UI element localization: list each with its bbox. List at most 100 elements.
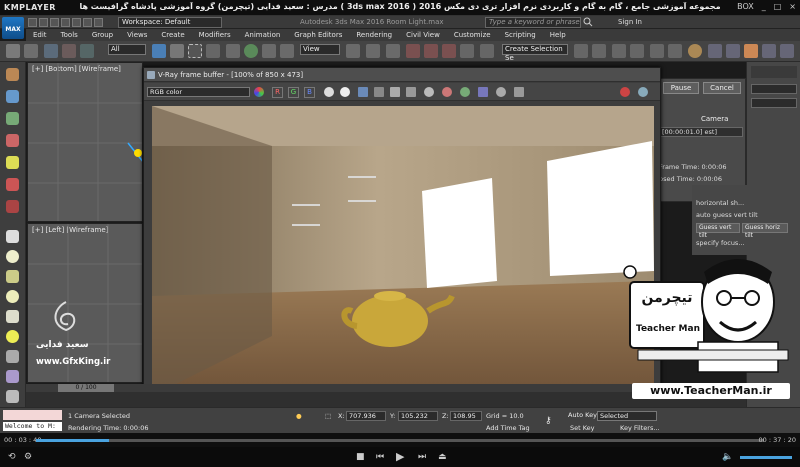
- close-button[interactable]: ×: [789, 2, 796, 11]
- key-filters-button[interactable]: Key Filters...: [620, 424, 660, 432]
- key-mode-select[interactable]: Selected: [597, 411, 657, 421]
- pause-button[interactable]: Pause: [663, 82, 699, 94]
- x-coordinate-field[interactable]: 707.936: [346, 411, 386, 421]
- lens-effects-icon[interactable]: [460, 87, 470, 97]
- menu-edit[interactable]: Edit: [26, 29, 54, 41]
- color-correction-icon[interactable]: [496, 87, 506, 97]
- volume-icon[interactable]: 🔈: [722, 452, 733, 462]
- stop-render-icon[interactable]: [620, 87, 630, 97]
- hierarchy-icon[interactable]: [6, 112, 19, 125]
- menu-tools[interactable]: Tools: [54, 29, 85, 41]
- mono-icon[interactable]: [340, 87, 350, 97]
- unlink-icon[interactable]: [62, 44, 76, 58]
- selection-filter-select[interactable]: All: [108, 44, 146, 55]
- camera-icon[interactable]: [6, 200, 19, 213]
- graphite-toolbar-icon[interactable]: [630, 44, 644, 58]
- menu-civil-view[interactable]: Civil View: [399, 29, 447, 41]
- render-setup-icon[interactable]: [708, 44, 722, 58]
- sphere-primitive-icon[interactable]: [6, 250, 19, 263]
- render-production-icon[interactable]: [744, 44, 758, 58]
- copy-icon[interactable]: [406, 87, 416, 97]
- render-iterative-icon[interactable]: [762, 44, 776, 58]
- panel-field[interactable]: [751, 98, 797, 108]
- blue-channel-button[interactable]: B: [304, 87, 315, 98]
- teapot-primitive-icon[interactable]: [6, 350, 19, 363]
- vray-frame-buffer-window[interactable]: V-Ray frame buffer - [100% of 850 x 473]…: [143, 67, 661, 407]
- menu-group[interactable]: Group: [85, 29, 120, 41]
- rendered-frame-window-icon[interactable]: [726, 44, 740, 58]
- redo-icon[interactable]: [72, 18, 81, 27]
- curve-editor-icon[interactable]: [650, 44, 664, 58]
- max-app-button[interactable]: MAX: [2, 17, 24, 39]
- clear-image-icon[interactable]: [390, 87, 400, 97]
- undo-icon[interactable]: [6, 44, 20, 58]
- menu-create[interactable]: Create: [154, 29, 191, 41]
- select-object-icon[interactable]: [152, 44, 166, 58]
- snaps-toggle-icon[interactable]: [406, 44, 420, 58]
- play-icon[interactable]: ▶: [396, 450, 404, 463]
- select-manipulate-icon[interactable]: [366, 44, 380, 58]
- lock-selection-icon[interactable]: ●: [296, 412, 302, 420]
- dropdown-icon[interactable]: [94, 18, 103, 27]
- menu-scripting[interactable]: Scripting: [498, 29, 543, 41]
- select-by-name-icon[interactable]: [170, 44, 184, 58]
- bind-space-warp-icon[interactable]: [80, 44, 94, 58]
- absolute-mode-icon[interactable]: ⬚: [325, 412, 331, 420]
- vfb-title-bar[interactable]: V-Ray frame buffer - [100% of 850 x 473]: [144, 68, 660, 82]
- select-rotate-icon[interactable]: [244, 44, 258, 58]
- cone-primitive-icon[interactable]: [6, 310, 19, 323]
- menu-views[interactable]: Views: [120, 29, 154, 41]
- maximize-button[interactable]: □: [774, 2, 782, 11]
- eject-icon[interactable]: ⏏: [438, 452, 447, 462]
- reference-coordinate-select[interactable]: View: [300, 44, 340, 55]
- save-icon[interactable]: [50, 18, 59, 27]
- region-render-icon[interactable]: [442, 87, 452, 97]
- display-icon[interactable]: [6, 156, 19, 169]
- channel-select[interactable]: RGB color: [147, 87, 250, 97]
- track-mouse-icon[interactable]: [424, 87, 434, 97]
- cancel-button[interactable]: Cancel: [703, 82, 741, 94]
- project-icon[interactable]: [83, 18, 92, 27]
- cylinder-primitive-icon[interactable]: [6, 270, 19, 283]
- undo-icon[interactable]: [61, 18, 70, 27]
- player-seek-bar[interactable]: 00 : 03 : 40 00 : 37 : 20: [0, 433, 800, 447]
- open-icon[interactable]: [39, 18, 48, 27]
- color-channels-icon[interactable]: [254, 87, 264, 97]
- active-shade-icon[interactable]: [780, 44, 794, 58]
- angle-snap-icon[interactable]: [424, 44, 438, 58]
- box-button[interactable]: BOX: [737, 2, 754, 11]
- place-icon[interactable]: [280, 44, 294, 58]
- settings-icon[interactable]: ⚙: [24, 452, 32, 462]
- utilities-icon[interactable]: [6, 178, 19, 191]
- viewport-bottom[interactable]: [+] [Bottom] [Wireframe]: [27, 62, 143, 222]
- minimize-button[interactable]: _: [762, 2, 766, 11]
- history-icon[interactable]: [478, 87, 488, 97]
- align-icon[interactable]: [592, 44, 606, 58]
- pixel-info-icon[interactable]: [514, 87, 524, 97]
- y-coordinate-field[interactable]: 105.232: [398, 411, 438, 421]
- seek-track[interactable]: [36, 439, 764, 442]
- new-icon[interactable]: [28, 18, 37, 27]
- modify-icon[interactable]: [6, 90, 19, 103]
- material-editor-icon[interactable]: [688, 44, 702, 58]
- set-key-button[interactable]: Set Key: [570, 424, 595, 432]
- search-input[interactable]: Type a keyword or phrase: [485, 17, 581, 28]
- panel-field[interactable]: [751, 84, 797, 94]
- pivot-center-icon[interactable]: [346, 44, 360, 58]
- menu-graph-editors[interactable]: Graph Editors: [287, 29, 349, 41]
- maxscript-listener-field[interactable]: [3, 410, 62, 420]
- menu-help[interactable]: Help: [543, 29, 573, 41]
- search-icon[interactable]: [583, 17, 593, 27]
- named-selection-select[interactable]: Create Selection Se: [502, 44, 568, 62]
- add-time-tag-button[interactable]: Add Time Tag: [486, 424, 530, 432]
- percent-snap-icon[interactable]: [442, 44, 456, 58]
- render-icon[interactable]: [638, 87, 648, 97]
- motion-icon[interactable]: [6, 134, 19, 147]
- sign-in-link[interactable]: Sign In: [618, 18, 642, 26]
- guess-vert-tilt-button[interactable]: Guess vert tilt: [696, 223, 740, 239]
- workspace-select[interactable]: Workspace: Default: [118, 17, 222, 28]
- next-icon[interactable]: ⏭: [418, 452, 426, 462]
- create-icon[interactable]: [6, 68, 19, 81]
- save-image-icon[interactable]: [358, 87, 368, 97]
- helper-icon[interactable]: [6, 390, 19, 403]
